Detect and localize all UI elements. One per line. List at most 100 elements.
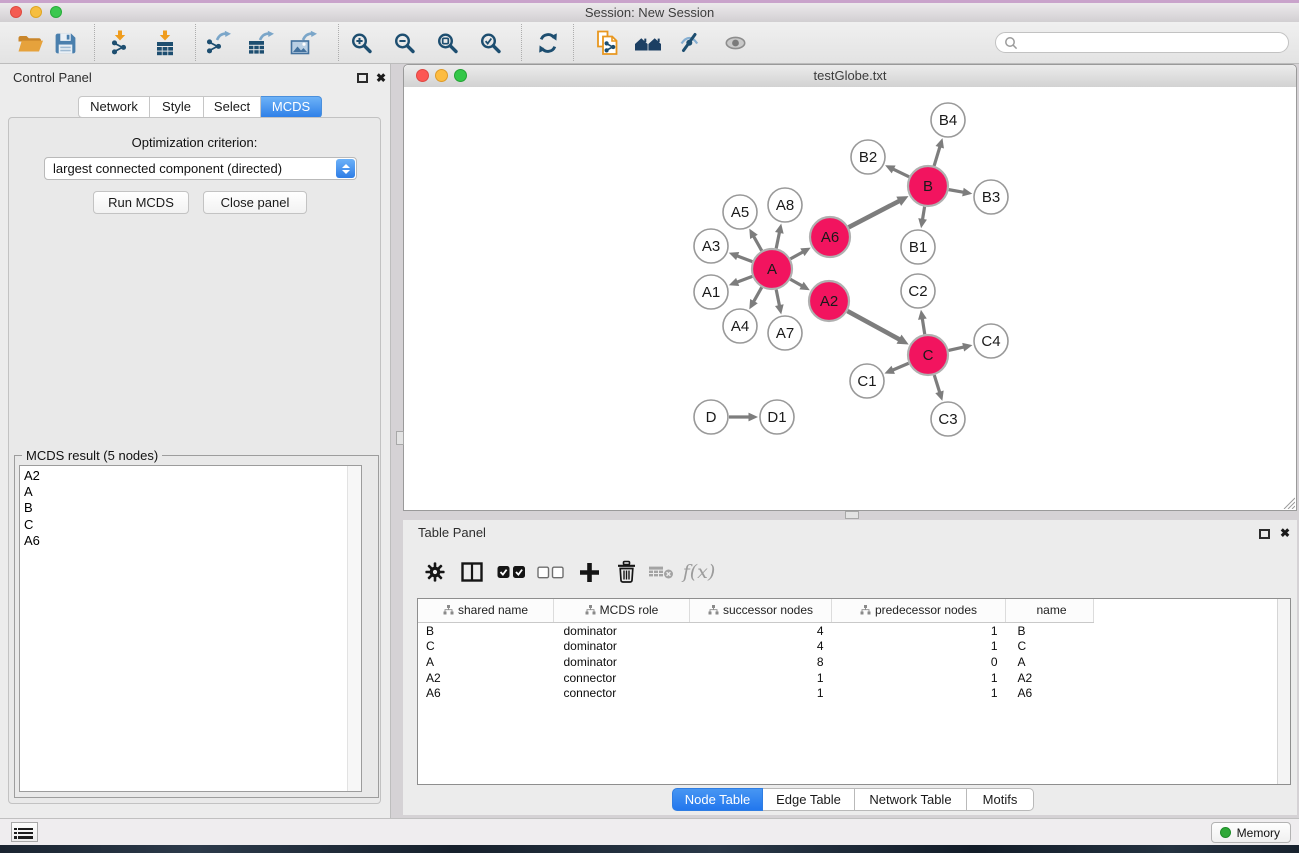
table-cell[interactable]: 4 — [690, 639, 832, 655]
memory-button[interactable]: Memory — [1211, 822, 1291, 843]
tab-style[interactable]: Style — [150, 96, 204, 118]
graph-node-label: B — [923, 178, 933, 195]
table-cell[interactable]: connector — [554, 670, 690, 686]
graph-node-label: B1 — [909, 239, 927, 256]
import-table-button[interactable] — [148, 26, 182, 60]
result-list-scrollbar[interactable] — [347, 466, 361, 791]
table-cell[interactable]: A — [418, 654, 554, 670]
mcds-result-group: MCDS result (5 nodes) A2ABCA6 — [14, 455, 379, 798]
table-cell[interactable]: 4 — [690, 623, 832, 639]
close-panel-icon[interactable]: ✖ — [376, 72, 386, 84]
column-header-MCDS-role[interactable]: MCDS role — [554, 599, 690, 623]
open-folder-icon — [17, 30, 44, 56]
add-column-button[interactable] — [574, 557, 604, 587]
open-file-button[interactable] — [13, 26, 47, 60]
edge-arrow-icon — [918, 218, 927, 228]
table-cell[interactable]: C — [418, 639, 554, 655]
table-cell[interactable]: 1 — [832, 670, 1006, 686]
table-cell[interactable]: 8 — [690, 654, 832, 670]
run-mcds-button[interactable]: Run MCDS — [93, 191, 189, 214]
table-cell[interactable]: 1 — [832, 623, 1006, 639]
table-settings-button[interactable] — [420, 557, 450, 587]
mcds-result-item[interactable]: A2 — [20, 468, 361, 484]
main-titlebar: Session: New Session — [0, 3, 1299, 23]
column-header-name[interactable]: name — [1006, 599, 1094, 623]
deselect-all-button[interactable] — [535, 557, 565, 587]
table-cell[interactable]: 1 — [690, 685, 832, 701]
network-canvas[interactable]: B4B2BB3A5A8A6A3AB1A1A2C2A4A7C4C1CC3DD1 — [404, 87, 1296, 510]
tab-mcds[interactable]: MCDS — [261, 96, 322, 118]
float-panel-button[interactable] — [357, 73, 368, 83]
float-panel-button[interactable] — [1259, 529, 1270, 539]
tab-motifs[interactable]: Motifs — [967, 788, 1034, 811]
mcds-result-item[interactable]: A6 — [20, 533, 361, 549]
show-columns-button[interactable] — [457, 557, 487, 587]
tab-node-table[interactable]: Node Table — [672, 788, 763, 811]
tab-select[interactable]: Select — [204, 96, 261, 118]
table-row[interactable]: Bdominator41B — [418, 623, 1094, 639]
delete-column-button[interactable] — [611, 557, 641, 587]
table-cell[interactable]: connector — [554, 685, 690, 701]
resize-grip-icon[interactable] — [1281, 495, 1295, 509]
save-session-button[interactable] — [48, 26, 82, 60]
table-cell[interactable]: 1 — [832, 685, 1006, 701]
zoom-in-button[interactable] — [344, 26, 378, 60]
panel-splitter-handle[interactable] — [845, 511, 859, 519]
table-row[interactable]: A6connector11A6 — [418, 685, 1094, 701]
column-header-predecessor-nodes[interactable]: predecessor nodes — [832, 599, 1006, 623]
search-input[interactable] — [1022, 35, 1280, 51]
mcds-result-list-box[interactable]: A2ABCA6 — [19, 465, 362, 792]
table-cell[interactable]: A2 — [418, 670, 554, 686]
table-row[interactable]: Cdominator41C — [418, 639, 1094, 655]
tab-edge-table[interactable]: Edge Table — [763, 788, 855, 811]
mcds-result-item[interactable]: B — [20, 500, 361, 516]
export-image-button[interactable] — [287, 26, 321, 60]
zoom-out-button[interactable] — [387, 26, 421, 60]
main-toolbar — [0, 22, 1299, 64]
table-cell[interactable]: dominator — [554, 623, 690, 639]
table-cell[interactable]: B — [418, 623, 554, 639]
table-cell[interactable]: C — [1006, 639, 1094, 655]
close-panel-button[interactable]: Close panel — [203, 191, 307, 214]
column-header-successor-nodes[interactable]: successor nodes — [690, 599, 832, 623]
table-cell[interactable]: dominator — [554, 654, 690, 670]
task-history-button[interactable] — [11, 822, 38, 842]
table-cell[interactable]: dominator — [554, 639, 690, 655]
close-panel-icon[interactable]: ✖ — [1280, 527, 1290, 539]
table-cell[interactable]: 1 — [832, 639, 1006, 655]
column-header-shared-name[interactable]: shared name — [418, 599, 554, 623]
refresh-view-button[interactable] — [531, 26, 565, 60]
zoom-selected-button[interactable] — [473, 26, 507, 60]
export-network-button[interactable] — [201, 26, 235, 60]
table-cell[interactable]: B — [1006, 623, 1094, 639]
fx-icon: f(x) — [683, 561, 716, 583]
select-all-button[interactable] — [496, 557, 526, 587]
network-view-window: testGlobe.txt B4B2BB3A5A8A6A3AB1A1A2C2A4… — [403, 64, 1297, 511]
network-graph[interactable]: B4B2BB3A5A8A6A3AB1A1A2C2A4A7C4C1CC3DD1 — [404, 87, 1296, 510]
table-row[interactable]: Adominator80A — [418, 654, 1094, 670]
table-cell[interactable]: A6 — [1006, 685, 1094, 701]
table-cell[interactable]: A6 — [418, 685, 554, 701]
search-field[interactable] — [995, 32, 1289, 53]
panel-splitter-handle[interactable] — [396, 431, 404, 445]
table-scrollbar[interactable] — [1277, 599, 1290, 784]
criterion-dropdown[interactable]: largest connected component (directed) — [44, 157, 357, 180]
network-window-titlebar[interactable]: testGlobe.txt — [404, 65, 1296, 88]
reset-view-button[interactable] — [631, 26, 665, 60]
birds-eye-view-button[interactable] — [718, 26, 752, 60]
table-cell[interactable]: 1 — [690, 670, 832, 686]
tab-network[interactable]: Network — [78, 96, 150, 118]
import-network-button[interactable] — [103, 26, 137, 60]
table-cell[interactable]: A — [1006, 654, 1094, 670]
table-row[interactable]: A2connector11A2 — [418, 670, 1094, 686]
mcds-result-item[interactable]: A — [20, 484, 361, 500]
clone-network-button[interactable] — [590, 26, 624, 60]
table-cell[interactable]: 0 — [832, 654, 1006, 670]
toggle-graphics-details-button[interactable] — [673, 26, 707, 60]
zoom-fit-button[interactable] — [430, 26, 464, 60]
trash-icon — [615, 560, 638, 584]
export-table-button[interactable] — [244, 26, 278, 60]
table-cell[interactable]: A2 — [1006, 670, 1094, 686]
tab-network-table[interactable]: Network Table — [855, 788, 967, 811]
mcds-result-item[interactable]: C — [20, 517, 361, 533]
